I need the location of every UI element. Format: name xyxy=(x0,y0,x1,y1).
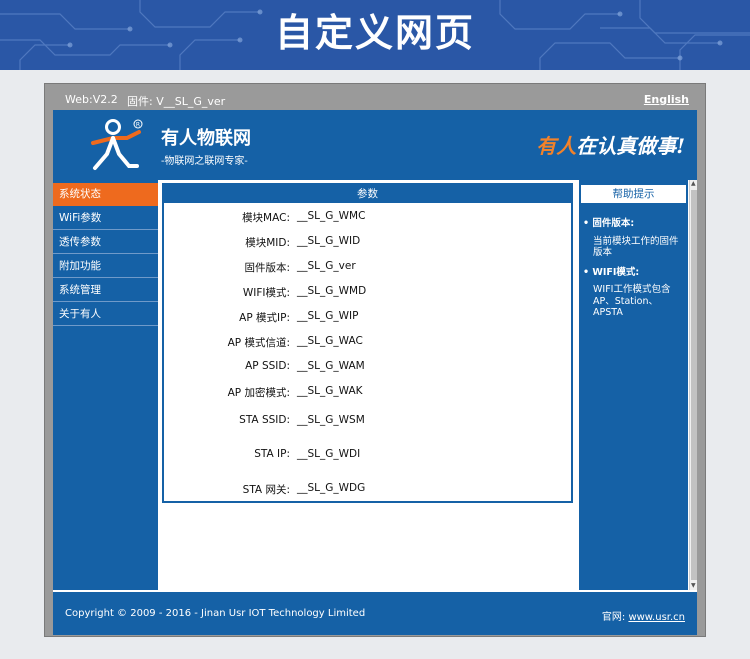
help-panel: 帮助提示 固件版本: 当前模块工作的固件版本 WIFI模式: WIFI工作模式包… xyxy=(579,180,688,590)
vertical-scrollbar[interactable]: ▲ ▼ xyxy=(689,180,697,590)
top-banner: 自定义网页 xyxy=(0,0,750,70)
params-title: 参数 xyxy=(164,185,571,203)
param-value: __SL_G_WAC xyxy=(297,335,363,347)
param-label: 模块MAC: xyxy=(242,212,290,224)
param-row-ap-encryption: AP 加密模式: __SL_G_WAK xyxy=(164,385,571,401)
param-label: AP 模式IP: xyxy=(239,312,290,324)
param-label: 模块MID: xyxy=(245,237,290,249)
brand-tagline: -物联网之联网专家- xyxy=(161,156,248,167)
nav-item-extra-functions[interactable]: 附加功能 xyxy=(53,255,158,278)
scroll-thumb[interactable] xyxy=(691,190,697,580)
english-link[interactable]: English xyxy=(644,93,689,106)
param-value: __SL_G_WIP xyxy=(297,310,359,322)
site-footer: Copyright © 2009 - 2016 - Jinan Usr IOT … xyxy=(53,590,697,635)
brand-name: 有人物联网 xyxy=(161,128,251,149)
param-label: AP 模式信道: xyxy=(227,337,290,349)
nav-item-transparent-params[interactable]: 透传参数 xyxy=(53,231,158,254)
param-row-mid: 模块MID: __SL_G_WID xyxy=(164,235,571,251)
param-label: AP 加密模式: xyxy=(227,387,290,399)
web-version: Web:V2.2 xyxy=(65,93,118,106)
site-link[interactable]: www.usr.cn xyxy=(628,612,685,623)
copyright-text: Copyright © 2009 - 2016 - Jinan Usr IOT … xyxy=(65,608,366,619)
nav-item-system-status[interactable]: 系统状态 xyxy=(53,183,158,206)
param-value: __SL_G_WID xyxy=(297,235,361,247)
top-info-bar: Web:V2.2 固件: V__SL_G_ver English xyxy=(53,88,697,110)
param-row-sta-gateway: STA 网关: __SL_G_WDG xyxy=(164,482,571,498)
param-row-ap-ip: AP 模式IP: __SL_G_WIP xyxy=(164,310,571,326)
param-value: __SL_G_WAM xyxy=(297,360,365,372)
params-box: 参数 模块MAC: __SL_G_WMC 模块MID: __SL_G_WID 固件版… xyxy=(162,183,573,503)
help-title: 帮助提示 xyxy=(579,183,688,205)
help-heading-wifi-mode: WIFI模式: xyxy=(583,267,684,279)
firmware-version: 固件: V__SL_G_ver xyxy=(127,95,226,108)
site-link-group: 官网: www.usr.cn xyxy=(602,608,685,623)
param-row-ap-channel: AP 模式信道: __SL_G_WAC xyxy=(164,335,571,351)
scroll-down-icon[interactable]: ▼ xyxy=(691,583,696,589)
param-row-firmware: 固件版本: __SL_G_ver xyxy=(164,260,571,276)
param-row-wifi-mode: WIFI模式: __SL_G_WMD xyxy=(164,285,571,301)
help-body: 固件版本: 当前模块工作的固件版本 WIFI模式: WIFI工作模式包含AP、S… xyxy=(579,210,688,319)
param-label: STA SSID: xyxy=(239,414,290,426)
nav-item-wifi-params[interactable]: WiFi参数 xyxy=(53,207,158,230)
usr-logo-icon: R xyxy=(91,119,143,170)
help-heading-firmware: 固件版本: xyxy=(583,218,684,230)
param-value: __SL_G_ver xyxy=(297,260,356,272)
param-value: __SL_G_WAK xyxy=(297,385,363,397)
param-label: WIFI模式: xyxy=(242,287,290,299)
scroll-up-icon[interactable]: ▲ xyxy=(691,181,696,187)
param-row-sta-ip: STA IP: __SL_G_WDI xyxy=(164,448,571,464)
param-value: __SL_G_WMC xyxy=(297,210,366,222)
param-value: __SL_G_WDG xyxy=(297,482,366,494)
param-value: __SL_G_WMD xyxy=(297,285,367,297)
svg-text:R: R xyxy=(136,122,140,129)
param-label: AP SSID: xyxy=(245,360,290,372)
param-row-mac: 模块MAC: __SL_G_WMC xyxy=(164,210,571,226)
left-nav: 系统状态 WiFi参数 透传参数 附加功能 系统管理 关于有人 xyxy=(53,180,158,590)
browser-window: Web:V2.2 固件: V__SL_G_ver English R 有人物联网… xyxy=(44,83,706,637)
slogan-highlight: 有人 xyxy=(536,134,577,158)
param-value: __SL_G_WDI xyxy=(297,448,361,460)
slogan-rest: 在认真做事! xyxy=(576,134,685,158)
param-row-sta-ssid: STA SSID: __SL_G_WSM xyxy=(164,414,571,430)
nav-item-system-management[interactable]: 系统管理 xyxy=(53,279,158,302)
param-row-ap-ssid: AP SSID: __SL_G_WAM xyxy=(164,360,571,376)
slogan: 有人在认真做事! xyxy=(536,130,685,159)
site-header: R 有人物联网 -物联网之联网专家- 有人在认真做事! xyxy=(53,110,697,180)
params-panel: 参数 模块MAC: __SL_G_WMC 模块MID: __SL_G_WID 固件版… xyxy=(158,180,577,590)
site-label: 官网: xyxy=(601,612,626,623)
param-label: STA 网关: xyxy=(242,484,290,496)
nav-item-about[interactable]: 关于有人 xyxy=(53,303,158,326)
help-text-wifi-mode: WIFI工作模式包含AP、Station、APSTA xyxy=(593,284,671,318)
param-label: 固件版本: xyxy=(244,262,290,274)
page-content: R 有人物联网 -物联网之联网专家- 有人在认真做事! 系统状态 WiFi参数 … xyxy=(53,110,697,635)
param-value: __SL_G_WSM xyxy=(297,414,365,426)
help-text-firmware: 当前模块工作的固件版本 xyxy=(593,235,679,259)
banner-title: 自定义网页 xyxy=(274,11,475,55)
param-label: STA IP: xyxy=(254,448,290,460)
